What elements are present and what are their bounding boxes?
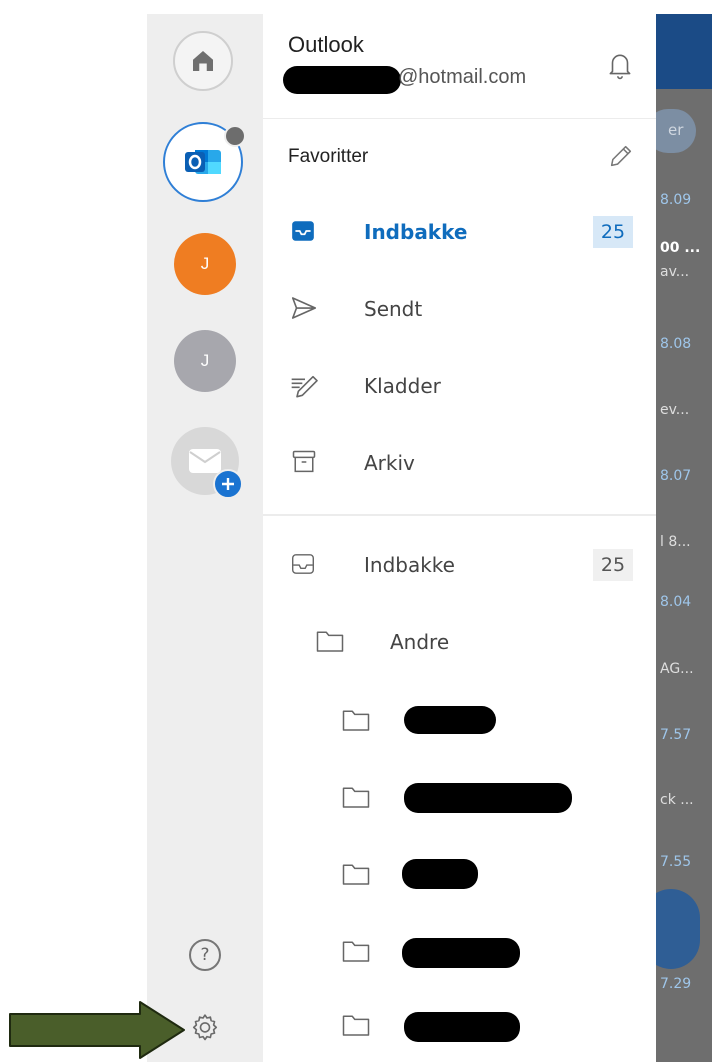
- avatar-account-1[interactable]: J: [174, 233, 236, 295]
- bg-time: 8.09: [660, 192, 692, 208]
- divider: [263, 118, 656, 119]
- account-rail: J J ?: [147, 14, 263, 1062]
- settings-button[interactable]: [188, 1010, 222, 1044]
- bg-time: 7.57: [660, 727, 692, 743]
- redacted-folder-name: [404, 706, 496, 734]
- folder-item-other[interactable]: Andre: [263, 620, 656, 668]
- folder-icon: [342, 941, 370, 962]
- help-icon: ?: [200, 945, 210, 965]
- account-email: @hotmail.com: [398, 66, 527, 88]
- bg-time: 8.04: [660, 594, 692, 610]
- bg-time: 8.08: [660, 336, 692, 352]
- bg-snippet: av...: [660, 264, 690, 280]
- favorite-item-sent[interactable]: Sendt: [263, 287, 656, 335]
- mail-icon: [189, 449, 221, 473]
- gear-icon: [192, 1014, 218, 1041]
- send-icon: [291, 297, 317, 319]
- bg-snippet: ev...: [660, 402, 690, 418]
- subfolder-item[interactable]: [263, 851, 656, 899]
- subfolder-item[interactable]: [263, 928, 656, 976]
- folder-item-label: Andre: [390, 630, 450, 654]
- help-button[interactable]: ?: [189, 939, 221, 971]
- archive-icon: [292, 450, 316, 473]
- favorite-item-label: Sendt: [364, 297, 423, 321]
- subfolder-item[interactable]: [263, 1004, 656, 1052]
- bg-snippet: 00 ...: [660, 240, 701, 256]
- folder-icon: [342, 1015, 370, 1036]
- favorite-item-label: Kladder: [364, 374, 441, 398]
- redacted-folder-name: [404, 783, 572, 813]
- annotation-arrow: [9, 1001, 185, 1059]
- unread-count-badge: 25: [593, 216, 633, 248]
- drafts-icon: [291, 375, 318, 398]
- home-button[interactable]: [173, 31, 233, 91]
- favorite-item-label: Indbakke: [364, 220, 468, 244]
- bg-time: 8.07: [660, 468, 692, 484]
- bg-snippet: l 8...: [660, 534, 691, 550]
- bg-time: 7.29: [660, 976, 692, 992]
- background-header-bar: [656, 14, 712, 89]
- background-filter-button: er: [656, 109, 696, 153]
- folder-item-inbox[interactable]: Indbakke 25: [263, 543, 656, 591]
- background-compose-fab: [656, 889, 700, 969]
- inbox-icon: [292, 221, 314, 241]
- edit-favorites-button[interactable]: [607, 142, 635, 170]
- bg-time: 7.55: [660, 854, 692, 870]
- bg-snippet: ck ...: [660, 792, 694, 808]
- redacted-folder-name: [402, 859, 478, 889]
- subfolder-item[interactable]: [263, 697, 656, 745]
- folder-icon: [342, 710, 370, 731]
- inbox-icon: [292, 554, 314, 574]
- favorite-item-inbox[interactable]: Indbakke 25: [263, 210, 656, 258]
- plus-icon: [213, 469, 243, 499]
- folder-drawer: Outlook @hotmail.com Favoritter Indbakke…: [263, 14, 656, 1062]
- app-title: Outlook: [288, 32, 364, 57]
- divider: [263, 514, 656, 516]
- outlook-logo-icon: [185, 150, 221, 174]
- redacted-email-user: [283, 66, 401, 94]
- folder-icon: [316, 631, 344, 652]
- bell-icon: [609, 54, 631, 80]
- folder-icon: [342, 864, 370, 885]
- pencil-icon: [610, 145, 632, 167]
- notifications-button[interactable]: [607, 50, 633, 80]
- favorite-item-archive[interactable]: Arkiv: [263, 441, 656, 489]
- redacted-folder-name: [404, 1012, 520, 1042]
- home-icon: [193, 51, 213, 71]
- background-mail-list: er 8.09 00 ... av... 8.08 ev... 8.07 l 8…: [656, 14, 712, 1062]
- subfolder-item[interactable]: [263, 774, 656, 822]
- folder-item-label: Indbakke: [364, 553, 455, 577]
- folder-count-badge: 25: [593, 549, 633, 581]
- avatar-account-2[interactable]: J: [174, 330, 236, 392]
- folder-icon: [342, 787, 370, 808]
- bg-snippet: AG...: [660, 661, 694, 677]
- favorite-item-label: Arkiv: [364, 451, 415, 475]
- favorites-heading: Favoritter: [288, 146, 369, 167]
- redacted-folder-name: [402, 938, 520, 968]
- favorite-item-drafts[interactable]: Kladder: [263, 364, 656, 412]
- notification-dot: [224, 125, 246, 147]
